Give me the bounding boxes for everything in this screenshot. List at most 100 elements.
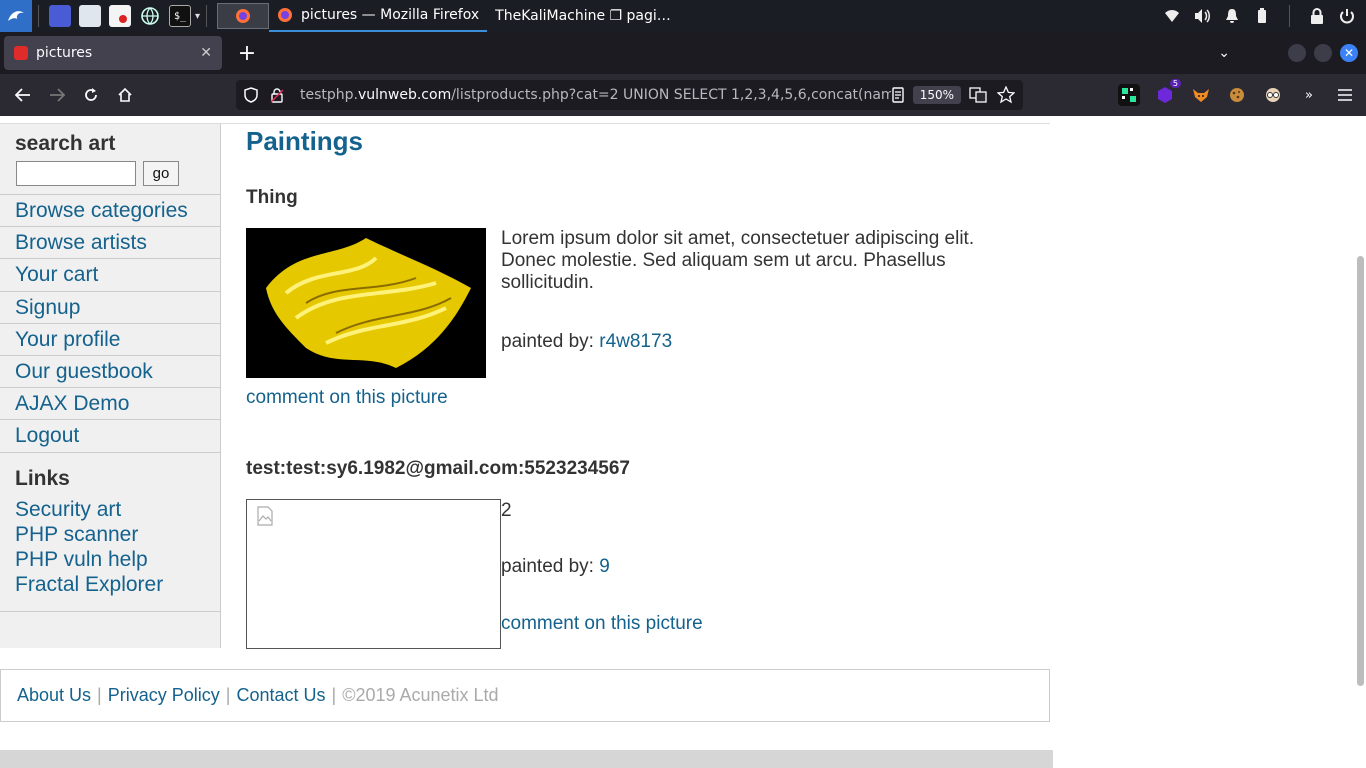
close-window-button[interactable]: ✕	[1340, 44, 1358, 62]
sidebar-item-logout[interactable]: Logout	[0, 420, 220, 453]
page-viewport: search art go Browse categories Browse a…	[0, 116, 1366, 768]
tab-pictures[interactable]: pictures ✕	[4, 36, 222, 70]
sidebar-item-our-guestbook[interactable]: Our guestbook	[0, 356, 220, 389]
sidebar-item-signup[interactable]: Signup	[0, 292, 220, 324]
zoom-level-button[interactable]: 150%	[912, 86, 961, 104]
broken-image-icon	[257, 506, 273, 526]
navigation-toolbar: testphp.vulnweb.com/listproducts.php?cat…	[0, 74, 1366, 116]
extension-glasses-icon[interactable]	[1262, 84, 1284, 106]
extension-cookie-icon[interactable]	[1226, 84, 1248, 106]
kali-menu-icon[interactable]	[0, 0, 32, 32]
page-bottom-band	[0, 750, 1053, 768]
translate-icon[interactable]	[969, 87, 987, 103]
favicon-icon	[14, 46, 28, 60]
taskbar-window-label: pictures — Mozilla Firefox	[301, 7, 480, 23]
footer-link-privacy-policy[interactable]: Privacy Policy	[108, 685, 220, 706]
footer-link-contact-us[interactable]: Contact Us	[236, 685, 325, 706]
tracking-protection-shield-icon[interactable]	[244, 87, 258, 103]
notifications-bell-icon[interactable]	[1223, 7, 1241, 25]
painted-by: painted by: 9	[501, 556, 610, 578]
reload-button[interactable]	[74, 78, 108, 112]
hamburger-menu-icon[interactable]	[1334, 84, 1356, 106]
link-php-vuln-help[interactable]: PHP vuln help	[15, 547, 163, 572]
footer-separator: |	[225, 685, 231, 705]
footer-link-about-us[interactable]: About Us	[17, 685, 91, 706]
comment-link[interactable]: comment on this picture	[501, 613, 703, 635]
home-button[interactable]	[108, 78, 142, 112]
maximize-window-button[interactable]	[1314, 44, 1332, 62]
new-tab-button[interactable]: +	[230, 36, 264, 70]
taskbar-window-firefox[interactable]: pictures — Mozilla Firefox	[269, 0, 488, 32]
go-button[interactable]: go	[143, 161, 179, 186]
tab-title: pictures	[36, 45, 93, 61]
links-list: Security art PHP scanner PHP vuln help F…	[15, 497, 163, 597]
wifi-icon[interactable]	[1163, 7, 1181, 25]
system-tray	[1163, 0, 1366, 32]
volume-icon[interactable]	[1193, 7, 1211, 25]
url-path: /listproducts.php?cat=2 UNION SELECT 1,2…	[451, 87, 891, 103]
extension-badge: 5	[1169, 79, 1181, 88]
painting-title[interactable]: test:test:sy6.1982@gmail.com:5523234567	[246, 458, 630, 480]
comment-link[interactable]: comment on this picture	[246, 387, 448, 409]
taskbar-separator	[1289, 5, 1290, 27]
painting-title[interactable]: Thing	[246, 187, 298, 209]
sidebar-divider	[0, 611, 220, 612]
list-all-tabs-icon[interactable]: ⌄	[1218, 45, 1230, 61]
sidebar-nav: Browse categories Browse artists Your ca…	[0, 194, 220, 453]
lock-icon[interactable]	[1308, 7, 1326, 25]
painted-by-label: painted by:	[501, 556, 594, 577]
link-php-scanner[interactable]: PHP scanner	[15, 522, 163, 547]
artist-link[interactable]: r4w8173	[599, 331, 672, 352]
sidebar-item-ajax-demo[interactable]: AJAX Demo	[0, 388, 220, 421]
sidebar-item-your-cart[interactable]: Your cart	[0, 259, 220, 292]
sidebar-item-your-profile[interactable]: Your profile	[0, 324, 220, 356]
insecure-lock-icon[interactable]	[270, 87, 284, 103]
reader-view-icon[interactable]	[891, 87, 905, 103]
power-icon[interactable]	[1338, 7, 1356, 25]
sidebar-item-browse-categories[interactable]: Browse categories	[0, 195, 220, 228]
vertical-scrollbar[interactable]	[1357, 256, 1364, 686]
extension-fox-icon[interactable]	[1190, 84, 1212, 106]
sidebar-item-browse-artists[interactable]: Browse artists	[0, 227, 220, 260]
extension-hexagon-icon[interactable]: 5	[1154, 79, 1181, 106]
footer-separator: |	[331, 685, 337, 705]
file-manager-icon[interactable]	[79, 5, 101, 27]
back-button[interactable]	[6, 78, 40, 112]
browser-tab-strip: pictures ✕ + ⌄ ✕	[0, 32, 1366, 74]
chevron-down-icon[interactable]: ▾	[195, 11, 200, 22]
link-fractal-explorer[interactable]: Fractal Explorer	[15, 572, 163, 597]
forward-button[interactable]	[40, 78, 74, 112]
painting-thumbnail[interactable]	[246, 228, 486, 378]
artist-link[interactable]: 9	[599, 556, 610, 577]
taskbar-window-label: TheKaliMachine ❐ pagi…	[495, 8, 671, 24]
page-footer: About Us | Privacy Policy | Contact Us |…	[0, 669, 1050, 722]
footer-copyright: ©2019 Acunetix Ltd	[342, 685, 499, 705]
bookmark-star-icon[interactable]	[997, 86, 1015, 104]
desktop-icon[interactable]	[49, 5, 71, 27]
more-tools-chevron-icon[interactable]: »	[1298, 84, 1320, 106]
window-controls: ⌄ ✕	[1218, 32, 1358, 74]
minimize-window-button[interactable]	[1288, 44, 1306, 62]
text-editor-icon[interactable]	[109, 5, 131, 27]
links-heading: Links	[15, 467, 70, 490]
terminal-icon[interactable]: $_	[169, 5, 191, 27]
painted-by-label: painted by:	[501, 331, 594, 352]
left-sidebar: search art go Browse categories Browse a…	[0, 124, 221, 648]
browser-globe-icon[interactable]	[139, 5, 161, 27]
battery-icon[interactable]	[1253, 7, 1271, 25]
firefox-task-button[interactable]	[217, 3, 270, 29]
link-security-art[interactable]: Security art	[15, 497, 163, 522]
painting-thumbnail-broken[interactable]	[246, 499, 501, 649]
painting-description: 2	[501, 500, 512, 521]
extension-qr-icon[interactable]	[1118, 84, 1140, 106]
painted-by: painted by: r4w8173	[501, 331, 672, 353]
close-tab-icon[interactable]: ✕	[200, 45, 212, 61]
taskbar-window-terminal[interactable]: TheKaliMachine ❐ pagi…	[487, 0, 679, 32]
url-text[interactable]: testphp.vulnweb.com/listproducts.php?cat…	[300, 87, 891, 103]
url-host: vulnweb.com	[357, 87, 452, 103]
painting-description: Lorem ipsum dolor sit amet, consectetuer…	[501, 228, 975, 293]
page-title: Paintings	[246, 126, 364, 156]
home-icon	[118, 87, 132, 102]
search-input[interactable]	[16, 161, 136, 186]
address-bar[interactable]: testphp.vulnweb.com/listproducts.php?cat…	[236, 80, 1023, 110]
